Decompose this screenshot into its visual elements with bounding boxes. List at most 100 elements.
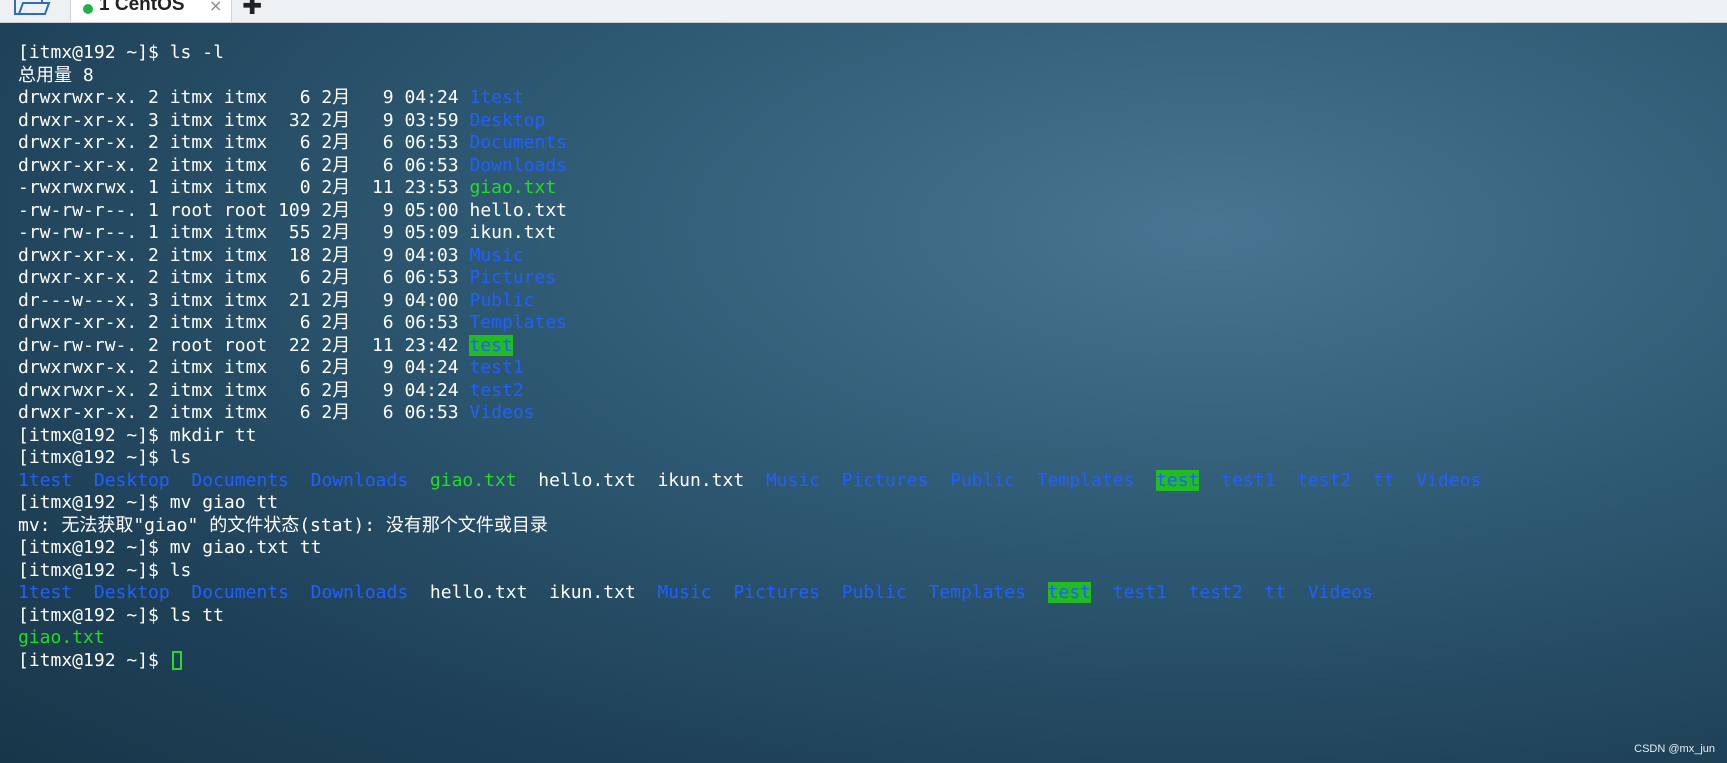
terminal-line: drwxr-xr-x. 2 itmx itmx 6 2月 6 06:53 Tem… <box>18 312 1727 335</box>
file-entry: test1 <box>1221 469 1276 491</box>
file-entry: Music <box>469 244 524 266</box>
file-entry: Desktop <box>469 109 546 131</box>
terminal-text: mv: 无法获取"giao" 的文件状态(stat): 没有那个文件或目录 <box>18 514 548 536</box>
file-entry: Music <box>657 582 712 603</box>
terminal-text: [itmx@192 ~]$ mkdir tt <box>18 424 257 446</box>
terminal-text: drwxrwxr-x. 2 itmx itmx 6 2月 9 04:24 <box>18 87 470 108</box>
tab-bar: 1 CentOS × ✚ <box>0 0 1727 23</box>
terminal-text: 总用量 8 <box>18 64 94 86</box>
terminal-text: dr---w---x. 3 itmx itmx 21 2月 9 04:00 <box>18 289 470 311</box>
file-entry: test2 <box>1188 582 1243 603</box>
file-entry: Documents <box>469 132 568 153</box>
file-entry: Videos <box>1416 469 1482 491</box>
file-entry: test <box>1156 469 1200 491</box>
terminal-line: [itmx@192 ~]$ ls <box>18 447 1727 470</box>
terminal-line: dr---w---x. 3 itmx itmx 21 2月 9 04:00 Pu… <box>18 290 1727 313</box>
terminal-line: drwxr-xr-x. 2 itmx itmx 6 2月 6 06:53 Doc… <box>18 132 1727 155</box>
file-entry: 1test <box>18 469 73 491</box>
terminal-line: [itmx@192 ~]$ mv giao.txt tt <box>18 537 1727 560</box>
file-entry: test <box>469 334 513 356</box>
terminal-line: -rwxrwxrwx. 1 itmx itmx 0 2月 11 23:53 gi… <box>18 177 1727 200</box>
new-tab-icon[interactable]: ✚ <box>242 0 262 20</box>
file-entry: Templates <box>469 312 568 333</box>
file-entry: Documents <box>191 469 289 491</box>
file-entry: Downloads <box>310 582 409 603</box>
terminal-text: drwxr-xr-x. 2 itmx itmx 6 2月 6 06:53 <box>18 267 470 288</box>
file-entry: Desktop <box>93 469 170 491</box>
file-entry: Public <box>841 582 907 603</box>
terminal-text: drwxrwxr-x. 2 itmx itmx 6 2月 9 04:24 <box>18 357 470 378</box>
terminal-line: drwxr-xr-x. 2 itmx itmx 6 2月 6 06:53 Pic… <box>18 267 1727 290</box>
terminal-text: drwxr-xr-x. 3 itmx itmx 32 2月 9 03:59 <box>18 109 470 131</box>
terminal-line: [itmx@192 ~]$ ls -l <box>18 42 1727 65</box>
close-tab-icon[interactable]: × <box>209 0 222 15</box>
open-folder-icon[interactable] <box>12 0 52 16</box>
terminal-text: drw-rw-rw-. 2 root root 22 2月 11 23:42 <box>18 334 470 356</box>
tab-label: 1 CentOS <box>99 0 185 15</box>
terminal-line: [itmx@192 ~]$ <box>18 650 1727 673</box>
terminal-text: drwxr-xr-x. 2 itmx itmx 6 2月 6 06:53 <box>18 402 470 423</box>
file-entry: Downloads <box>469 154 568 176</box>
terminal-text: [itmx@192 ~]$ ls tt <box>18 604 224 626</box>
file-entry: Videos <box>469 402 535 423</box>
terminal-line: 1test Desktop Documents Downloads hello.… <box>18 582 1727 605</box>
file-entry: Templates <box>928 582 1026 603</box>
file-entry: Videos <box>1307 582 1373 603</box>
terminal-line: giao.txt <box>18 627 1727 650</box>
terminal-line: [itmx@192 ~]$ mkdir tt <box>18 425 1727 448</box>
terminal-text: [itmx@192 ~]$ mv giao.txt tt <box>18 537 322 558</box>
file-entry: tt <box>1264 582 1287 603</box>
watermark: CSDN @mx_jun <box>1634 743 1715 755</box>
terminal-text: drwxr-xr-x. 2 itmx itmx 6 2月 6 06:53 <box>18 154 470 176</box>
terminal-line: drwxrwxr-x. 2 itmx itmx 6 2月 9 04:24 tes… <box>18 380 1727 403</box>
terminal-line: mv: 无法获取"giao" 的文件状态(stat): 没有那个文件或目录 <box>18 515 1727 538</box>
file-entry: Public <box>950 469 1016 491</box>
terminal-line: 1test Desktop Documents Downloads giao.t… <box>18 469 1727 493</box>
terminal-line: drwxr-xr-x. 3 itmx itmx 32 2月 9 03:59 De… <box>18 110 1727 133</box>
file-entry: Downloads <box>310 469 409 491</box>
terminal-text: [itmx@192 ~]$ mv giao tt <box>18 492 279 513</box>
tab-centos[interactable]: 1 CentOS × <box>70 0 232 22</box>
file-entry: 1test <box>18 582 73 603</box>
terminal-line: [itmx@192 ~]$ mv giao tt <box>18 492 1727 515</box>
file-entry: giao.txt <box>469 177 557 198</box>
file-entry: test2 <box>469 379 524 401</box>
terminal-text: [itmx@192 ~]$ ls <box>18 559 192 581</box>
file-entry: Pictures <box>733 582 821 603</box>
terminal-text: hello.txt ikun.txt <box>408 582 658 603</box>
terminal-line: drwxr-xr-x. 2 itmx itmx 18 2月 9 04:03 Mu… <box>18 245 1727 268</box>
file-entry: test <box>1047 582 1092 603</box>
terminal-output[interactable]: [itmx@192 ~]$ ls -l 总用量 8 drwxrwxr-x. 2 it… <box>18 42 1727 743</box>
terminal-line: -rw-rw-r--. 1 root root 109 2月 9 05:00 h… <box>18 200 1727 223</box>
terminal-text: hello.txt ikun.txt <box>516 469 766 491</box>
terminal-line: drwxrwxr-x. 2 itmx itmx 6 2月 9 04:24 1te… <box>18 87 1727 110</box>
file-entry: Desktop <box>93 582 170 603</box>
file-entry: Music <box>765 469 821 491</box>
terminal-line: [itmx@192 ~]$ ls tt <box>18 605 1727 628</box>
file-entry: giao.txt <box>429 469 517 491</box>
terminal-text: [itmx@192 ~]$ ls <box>18 447 192 468</box>
terminal-text: -rw-rw-r--. 1 itmx itmx 55 2月 9 05:09 ik… <box>18 222 557 243</box>
file-entry: Pictures <box>469 267 557 288</box>
terminal-line: 总用量 8 <box>18 65 1727 88</box>
terminal-line: drwxr-xr-x. 2 itmx itmx 6 2月 6 06:53 Vid… <box>18 402 1727 425</box>
file-entry: test1 <box>1112 582 1167 603</box>
